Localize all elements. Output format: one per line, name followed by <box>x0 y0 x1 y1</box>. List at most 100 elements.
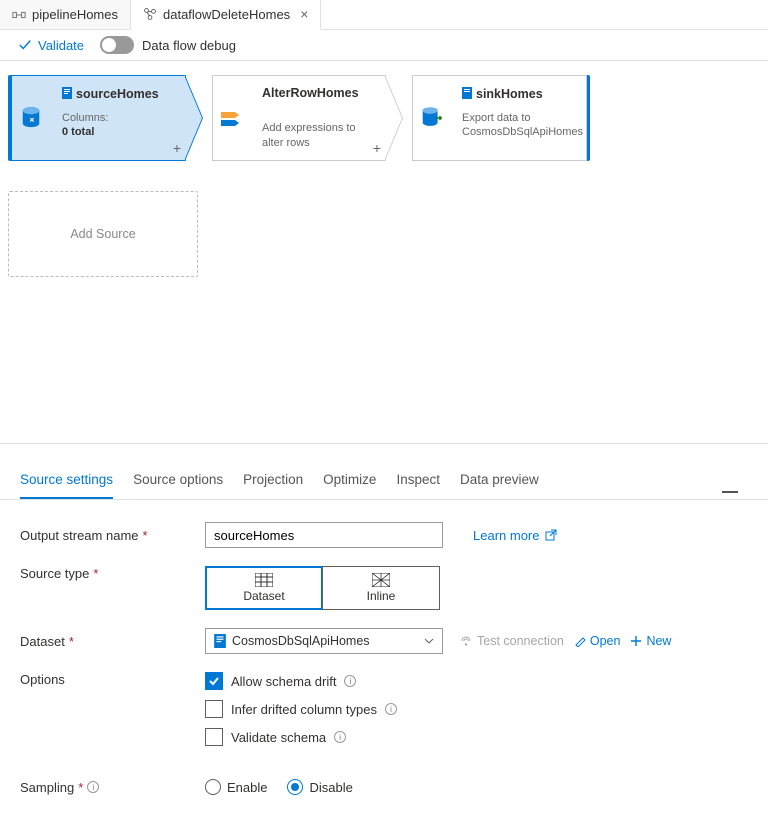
sampling-disable-label: Disable <box>309 780 352 795</box>
flow-row: sourceHomes Columns: 0 total + AlterRowH… <box>8 75 760 161</box>
alter-title: AlterRowHomes <box>262 86 373 100</box>
chevron-down-icon <box>424 638 434 644</box>
info-icon[interactable]: i <box>87 781 99 793</box>
source-type-label: Source type * <box>20 566 205 581</box>
doc-icon <box>462 87 472 99</box>
dataflow-icon <box>143 7 157 21</box>
sampling-enable-label: Enable <box>227 780 267 795</box>
source-settings-form: Output stream name * Learn more Source t… <box>0 500 768 838</box>
info-icon[interactable]: i <box>344 675 356 687</box>
add-after-alter[interactable]: + <box>373 140 381 156</box>
segment-dataset[interactable]: Dataset <box>205 566 323 610</box>
source-columns-value: 0 total <box>62 125 173 139</box>
test-connection-button[interactable]: Test connection <box>459 634 564 648</box>
tab-inspect[interactable]: Inspect <box>396 466 440 499</box>
dataset-label: Dataset * <box>20 634 205 649</box>
checkbox-schema-drift[interactable] <box>205 672 223 690</box>
sink-node-body: sinkHomes Export data to CosmosDbSqlApiH… <box>450 75 586 161</box>
tab-source-settings[interactable]: Source settings <box>20 466 113 499</box>
toolbar: Validate Data flow debug <box>0 30 768 61</box>
info-icon[interactable]: i <box>385 703 397 715</box>
chevron-right-icon <box>386 75 406 161</box>
chevron-right-icon <box>186 75 206 161</box>
output-stream-input[interactable] <box>205 522 443 548</box>
dataset-actions: Test connection Open New <box>459 634 671 648</box>
tab-pipeline-label: pipelineHomes <box>32 7 118 22</box>
alterrow-node[interactable]: AlterRowHomes Add expressions to alter r… <box>212 75 406 161</box>
doc-icon <box>62 87 72 99</box>
segment-dataset-label: Dataset <box>243 589 284 603</box>
add-source-button[interactable]: Add Source <box>8 191 198 277</box>
infer-label: Infer drifted column types <box>231 702 377 717</box>
add-after-source[interactable]: + <box>173 140 181 156</box>
checkbox-validate-schema[interactable] <box>205 728 223 746</box>
tab-pipeline[interactable]: pipelineHomes <box>0 0 131 29</box>
sink-desc1: Export data to <box>462 111 574 125</box>
pencil-icon <box>574 635 586 647</box>
doc-icon <box>214 634 226 648</box>
validate-label: Validate <box>38 38 84 53</box>
database-icon <box>20 105 42 131</box>
inline-icon <box>372 573 390 587</box>
sink-title: sinkHomes <box>476 87 543 101</box>
source-title: sourceHomes <box>76 87 159 101</box>
dataflow-canvas: sourceHomes Columns: 0 total + AlterRowH… <box>0 61 768 307</box>
source-node[interactable]: sourceHomes Columns: 0 total + <box>8 75 206 161</box>
source-columns-label: Columns: <box>62 111 173 125</box>
learn-more-link[interactable]: Learn more <box>473 528 557 543</box>
pipeline-icon <box>12 8 26 22</box>
sink-node[interactable]: sinkHomes Export data to CosmosDbSqlApiH… <box>412 75 590 161</box>
open-button[interactable]: Open <box>574 634 621 648</box>
new-button[interactable]: New <box>630 634 671 648</box>
tab-data-preview[interactable]: Data preview <box>460 466 539 499</box>
dataset-select[interactable]: CosmosDbSqlApiHomes <box>205 628 443 654</box>
sampling-label: Sampling * i <box>20 780 205 795</box>
segment-inline-label: Inline <box>367 589 396 603</box>
sampling-disable-radio[interactable]: Disable <box>287 779 352 795</box>
table-icon <box>255 573 273 587</box>
source-icon-well <box>12 75 50 161</box>
output-stream-label: Output stream name * <box>20 528 205 543</box>
alter-node-body: AlterRowHomes Add expressions to alter r… <box>250 75 386 161</box>
sink-icon-well <box>412 75 450 161</box>
close-icon[interactable]: × <box>300 6 308 22</box>
open-label: Open <box>590 634 621 648</box>
check-icon <box>18 38 32 52</box>
add-source-label: Add Source <box>70 227 135 241</box>
dataset-value: CosmosDbSqlApiHomes <box>232 634 370 648</box>
file-tab-row: pipelineHomes dataflowDeleteHomes × <box>0 0 768 30</box>
tab-source-options[interactable]: Source options <box>133 466 223 499</box>
alter-rows-icon <box>220 108 244 128</box>
source-node-body: sourceHomes Columns: 0 total + <box>50 75 186 161</box>
validate-schema-label: Validate schema <box>231 730 326 745</box>
tab-dataflow[interactable]: dataflowDeleteHomes × <box>131 0 321 30</box>
options-label: Options <box>20 672 205 687</box>
checkbox-infer[interactable] <box>205 700 223 718</box>
segment-inline[interactable]: Inline <box>322 566 440 610</box>
alter-icon-well <box>212 75 250 161</box>
node-accent-r <box>586 75 590 161</box>
sampling-enable-radio[interactable]: Enable <box>205 779 267 795</box>
panel-tabs: Source settings Source options Projectio… <box>0 443 768 500</box>
alter-desc: Add expressions to alter rows <box>262 121 373 150</box>
sink-desc2: CosmosDbSqlApiHomes <box>462 125 574 139</box>
debug-label: Data flow debug <box>142 38 236 53</box>
sampling-radio-group: Enable Disable <box>205 779 353 795</box>
tab-optimize[interactable]: Optimize <box>323 466 376 499</box>
info-icon[interactable]: i <box>334 731 346 743</box>
source-type-segment: Dataset Inline <box>205 566 440 610</box>
database-arrow-icon <box>420 105 444 131</box>
check-icon <box>208 675 220 687</box>
debug-toggle-wrap: Data flow debug <box>100 36 236 54</box>
plus-icon <box>630 635 642 647</box>
tab-dataflow-label: dataflowDeleteHomes <box>163 7 290 22</box>
validate-button[interactable]: Validate <box>18 38 84 53</box>
panel-resize-handle[interactable] <box>722 491 738 495</box>
tab-projection[interactable]: Projection <box>243 466 303 499</box>
debug-toggle[interactable] <box>100 36 134 54</box>
learn-more-label: Learn more <box>473 528 539 543</box>
test-connection-label: Test connection <box>477 634 564 648</box>
external-link-icon <box>545 529 557 541</box>
connection-icon <box>459 634 473 648</box>
new-label: New <box>646 634 671 648</box>
